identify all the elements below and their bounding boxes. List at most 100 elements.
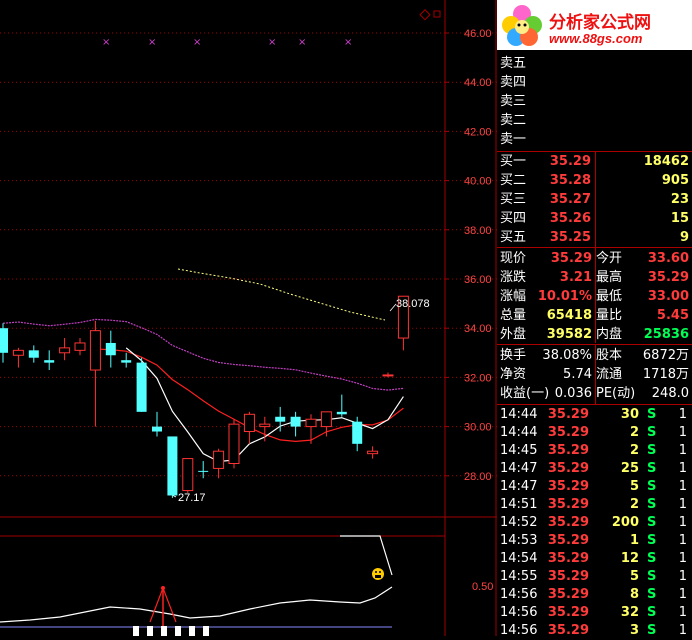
trade-time: 14:47 bbox=[500, 461, 538, 476]
candle bbox=[12, 347, 24, 368]
quote-label: 涨跌 bbox=[500, 270, 527, 285]
site-title: 分析家公式网 bbox=[549, 13, 651, 33]
candle bbox=[121, 352, 132, 368]
buy-price: 35.27 bbox=[549, 192, 591, 207]
trade-side: S bbox=[647, 461, 657, 476]
trade-volume: 5 bbox=[629, 479, 639, 494]
volume-block bbox=[175, 626, 181, 636]
trade-side: S bbox=[647, 569, 657, 584]
sell-row: 卖五 bbox=[497, 55, 692, 73]
trade-row: 14:56 35.29 3 S 1 bbox=[497, 622, 692, 640]
trade-volume: 2 bbox=[629, 443, 639, 458]
buy-label: 买一 bbox=[500, 154, 527, 169]
trade-price: 35.29 bbox=[547, 479, 589, 494]
trade-count: 1 bbox=[678, 587, 687, 602]
trade-row: 14:52 35.29 200 S 1 bbox=[497, 514, 692, 532]
candle bbox=[305, 414, 317, 444]
volume-block bbox=[203, 626, 209, 636]
divider bbox=[595, 344, 596, 404]
trade-volume: 200 bbox=[611, 515, 639, 530]
trade-volume: 25 bbox=[620, 461, 639, 476]
buy-price: 35.26 bbox=[549, 211, 591, 226]
trade-count: 1 bbox=[678, 551, 687, 566]
trade-count: 1 bbox=[678, 497, 687, 512]
trade-price: 35.29 bbox=[547, 443, 589, 458]
quote-panel: 分析家公式网 www.88gs.com 卖五 卖四 卖三 卖二 卖一 买一 35.29 184… bbox=[497, 0, 692, 638]
price-tick-label: 44.00 bbox=[464, 77, 492, 89]
site-banner: 分析家公式网 www.88gs.com bbox=[497, 0, 692, 50]
quote-value: 33.00 bbox=[647, 289, 689, 304]
sell-row: 卖二 bbox=[497, 112, 692, 130]
signal-markers: × × × × × × bbox=[102, 37, 352, 48]
trade-volume: 8 bbox=[629, 587, 639, 602]
trade-time: 14:54 bbox=[500, 551, 538, 566]
candle bbox=[105, 330, 116, 368]
trade-side: S bbox=[647, 425, 657, 440]
smiley-icon bbox=[372, 568, 384, 580]
price-tick-label: 42.00 bbox=[464, 126, 492, 138]
trade-side: S bbox=[647, 497, 657, 512]
quote-label: 外盘 bbox=[500, 327, 527, 342]
trade-price: 35.29 bbox=[547, 533, 589, 548]
price-tick-label: 30.00 bbox=[464, 422, 492, 434]
trade-price: 35.29 bbox=[547, 551, 589, 566]
trade-count: 1 bbox=[678, 623, 687, 638]
sell-row: 卖四 bbox=[497, 74, 692, 92]
candle bbox=[167, 436, 178, 498]
divider bbox=[595, 247, 596, 343]
sell-label: 卖二 bbox=[500, 113, 527, 128]
candle bbox=[28, 345, 39, 363]
signal-marker: × bbox=[268, 37, 276, 48]
trade-count: 1 bbox=[678, 515, 687, 530]
divider bbox=[497, 404, 692, 405]
sell-row: 卖三 bbox=[497, 93, 692, 111]
candles bbox=[0, 295, 409, 498]
ma60-line bbox=[177, 268, 386, 321]
buy-volume: 23 bbox=[670, 192, 689, 207]
quote-label: 总量 bbox=[500, 308, 527, 323]
quote-value: 35.29 bbox=[647, 270, 689, 285]
trade-volume: 5 bbox=[629, 569, 639, 584]
volume-block bbox=[161, 626, 167, 636]
trade-side: S bbox=[647, 587, 657, 602]
buy-volume: 15 bbox=[670, 211, 689, 226]
fund-value: 5.74 bbox=[563, 367, 592, 382]
indicator-tick-label: 0.50 bbox=[472, 581, 493, 593]
trade-volume: 1 bbox=[629, 533, 639, 548]
candle bbox=[136, 357, 147, 412]
trade-side: S bbox=[647, 443, 657, 458]
trade-side: S bbox=[647, 623, 657, 638]
candle bbox=[243, 411, 255, 444]
trade-count: 1 bbox=[678, 533, 687, 548]
trade-time: 14:51 bbox=[500, 497, 538, 512]
trade-time: 14:56 bbox=[500, 605, 538, 620]
candle bbox=[44, 350, 55, 371]
price-tick-label: 34.00 bbox=[464, 323, 492, 335]
trade-row: 14:53 35.29 1 S 1 bbox=[497, 532, 692, 550]
site-url[interactable]: www.88gs.com bbox=[549, 31, 642, 46]
fund-value: 248.0 bbox=[651, 386, 689, 401]
quote-value: 5.45 bbox=[656, 308, 689, 323]
buy-label: 买四 bbox=[500, 211, 527, 226]
trade-price: 35.29 bbox=[547, 425, 589, 440]
buy-volume: 905 bbox=[661, 173, 689, 188]
quote-label: 现价 bbox=[500, 251, 527, 266]
trade-row: 14:44 35.29 30 S 1 bbox=[497, 406, 692, 424]
price-tick-label: 32.00 bbox=[464, 372, 492, 384]
trade-row: 14:56 35.29 8 S 1 bbox=[497, 586, 692, 604]
trade-time: 14:53 bbox=[500, 533, 538, 548]
high-label: 38.078 bbox=[396, 298, 430, 310]
trade-volume: 3 bbox=[629, 623, 639, 638]
price-axis: 46.00 44.00 42.00 40.00 38.00 36.00 34.00 32.00… bbox=[445, 28, 493, 593]
trade-count: 1 bbox=[678, 479, 687, 494]
price-tick-label: 38.00 bbox=[464, 225, 492, 237]
trade-side: S bbox=[647, 515, 657, 530]
kline-chart[interactable]: × × × × × × 46.00 44.00 42.00 40.00 38.00 36.00 34.… bbox=[0, 0, 497, 636]
trade-row: 14:55 35.29 5 S 1 bbox=[497, 568, 692, 586]
buy-volume: 18462 bbox=[643, 154, 689, 169]
trade-count: 1 bbox=[678, 569, 687, 584]
quote-value: 25836 bbox=[643, 327, 689, 342]
quote-value: 3.21 bbox=[559, 270, 592, 285]
candle bbox=[352, 416, 363, 452]
signal-marker: × bbox=[298, 37, 306, 48]
